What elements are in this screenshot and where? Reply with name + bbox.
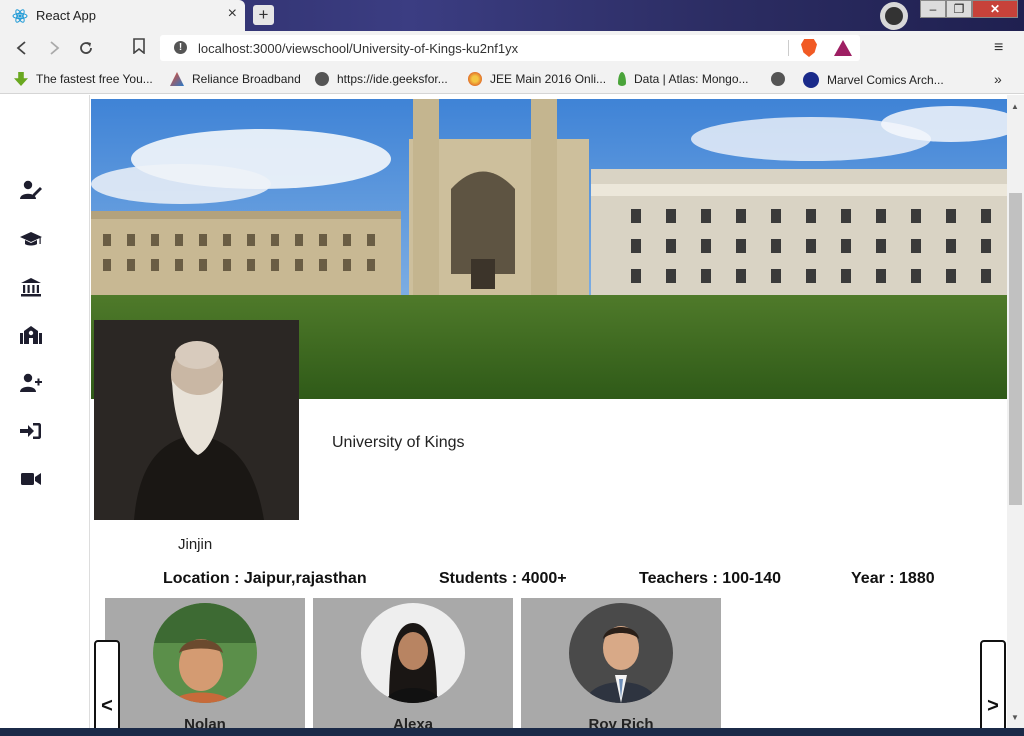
bookmark-label: Reliance Broadband [192,72,301,86]
os-taskbar [0,728,1024,736]
bookmark-item[interactable]: Marvel Comics Arch... [803,72,944,88]
teacher-card[interactable]: Roy Rich [521,598,721,728]
reload-icon [80,42,92,54]
graduation-cap-icon[interactable] [20,229,42,249]
browser-toolbar: ! localhost:3000/viewschool/University-o… [0,31,1024,66]
forward-button[interactable] [44,38,64,58]
carousel-prev-button[interactable]: < [94,640,120,728]
close-window-button[interactable]: ✕ [972,0,1018,18]
tab-close-button[interactable]: × [228,5,237,23]
bookmark-item[interactable]: The fastest free You... [14,72,153,86]
minimize-button[interactable]: – [920,0,946,18]
new-tab-button[interactable]: + [253,5,274,25]
bookmark-label: Marvel Comics Arch... [827,73,944,87]
video-icon[interactable] [20,469,42,489]
owner-name: Jinjin [178,536,213,553]
teacher-photo [569,603,673,703]
carousel-next-button[interactable]: > [980,640,1006,728]
bookmark-icon [133,38,145,55]
download-arrow-icon [14,72,28,86]
globe-icon [315,72,329,86]
browser-tab[interactable]: React App × [0,0,245,31]
page-scrollbar[interactable]: ▲ ▼ [1007,95,1024,728]
school-icon[interactable] [20,325,42,345]
globe-icon [771,72,785,86]
bookmark-label: JEE Main 2016 Onli... [490,72,607,86]
school-view: University of Kings Jinjin Location : Ja… [91,95,1007,728]
teacher-name: Roy Rich [588,716,654,728]
bookmark-item[interactable]: Reliance Broadband [170,72,301,86]
bookmark-label: Data | Atlas: Mongo... [634,72,749,86]
back-arrow-icon [16,41,26,55]
teacher-card[interactable]: Nolan [105,598,305,728]
reload-button[interactable] [76,38,96,58]
site-info-icon[interactable]: ! [174,41,187,54]
tab-title: React App [36,8,96,23]
scroll-down-arrow-icon[interactable]: ▼ [1011,713,1019,722]
forward-arrow-icon [50,41,60,55]
teacher-photo [153,603,257,703]
bookmark-page-button[interactable] [133,38,145,58]
school-name: University of Kings [332,434,465,451]
title-bar: React App × + – ❐ ✕ [0,0,1024,31]
more-bookmarks-button[interactable]: » [994,71,1002,87]
bookmark-label: https://ide.geeksfor... [337,72,448,86]
scroll-thumb[interactable] [1009,193,1022,505]
jee-icon [468,72,482,86]
teacher-name: Nolan [184,716,226,728]
browser-menu-button[interactable]: ≡ [994,39,1003,57]
bookmark-item[interactable]: https://ide.geeksfor... [315,72,448,86]
maximize-button[interactable]: ❐ [946,0,972,18]
bookmark-item[interactable]: Data | Atlas: Mongo... [618,72,749,86]
brave-shields-icon[interactable] [801,39,817,57]
jio-icon [803,72,819,88]
omnibox-divider [788,40,789,56]
scroll-up-arrow-icon[interactable]: ▲ [1011,102,1019,111]
teachers-stat: Teachers : 100-140 [639,570,782,587]
owner-avatar-image [94,320,299,520]
students-stat: Students : 4000+ [439,570,567,587]
teacher-name: Alexa [392,716,434,728]
sign-in-icon[interactable] [20,421,42,441]
teacher-card[interactable]: Alexa [313,598,513,728]
teacher-photo [361,603,465,703]
bookmark-item[interactable]: JEE Main 2016 Onli... [468,72,606,86]
react-icon [12,8,28,23]
university-icon[interactable] [20,277,42,297]
teacher-icon[interactable] [20,180,42,200]
location-stat: Location : Jaipur,rajasthan [163,570,367,587]
leaf-icon [618,72,626,86]
bookmarks-bar: The fastest free You... Reliance Broadba… [0,66,1024,94]
brave-rewards-icon[interactable] [834,40,852,56]
reliance-icon [170,72,184,86]
sidebar [0,95,90,736]
year-stat: Year : 1880 [851,570,935,587]
bookmark-item[interactable] [771,72,793,86]
add-user-icon[interactable] [20,373,42,393]
bookmark-label: The fastest free You... [36,72,153,86]
address-bar[interactable]: ! localhost:3000/viewschool/University-o… [160,35,860,61]
url-text[interactable]: localhost:3000/viewschool/University-of-… [198,41,518,56]
back-button[interactable] [12,38,32,58]
profile-button[interactable] [880,2,908,30]
